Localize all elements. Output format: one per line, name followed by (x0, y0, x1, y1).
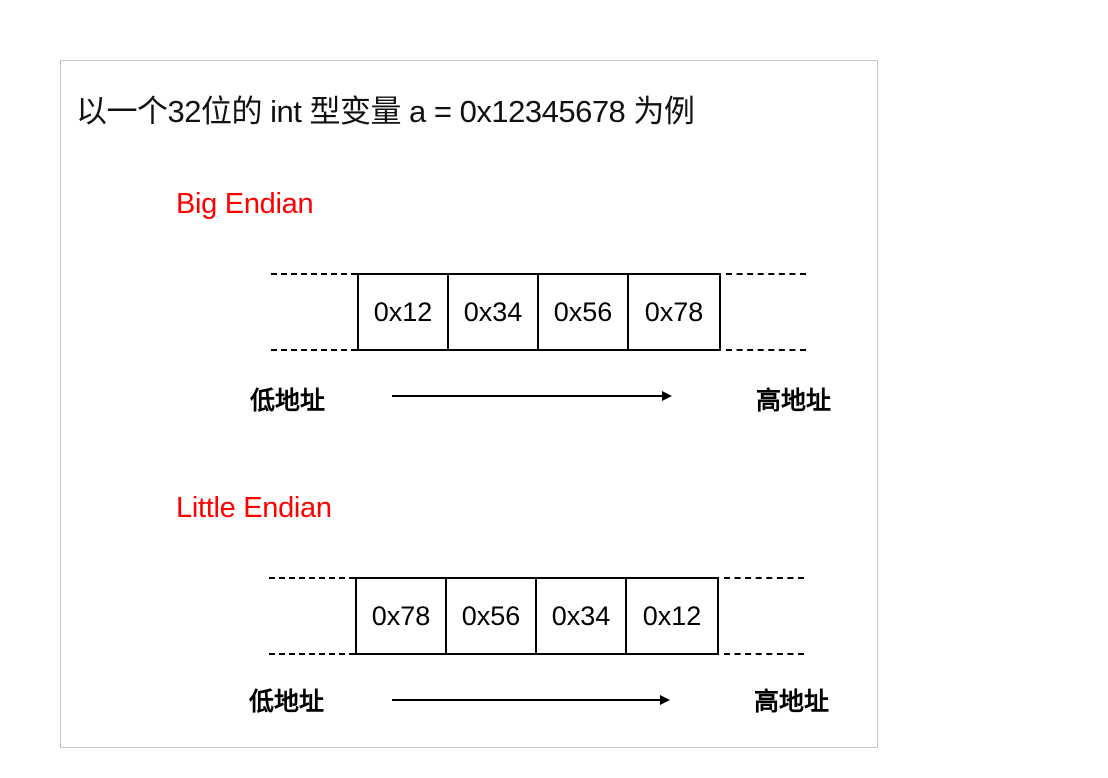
little-endian-byte-0: 0x78 (357, 579, 447, 653)
big-endian-address-arrow (392, 395, 664, 397)
little-endian-byte-2: 0x34 (537, 579, 627, 653)
little-endian-dash-bottom-right (724, 653, 804, 655)
big-endian-low-address: 低地址 (250, 387, 326, 415)
little-endian-byte-3: 0x12 (642, 600, 702, 631)
big-endian-dash-top-right (726, 273, 806, 275)
big-endian-byte-1: 0x34 (449, 275, 539, 349)
little-endian-dash-bottom-left (269, 653, 355, 655)
little-endian-memory-row: 0x78 0x56 0x34 0x12 (355, 577, 719, 655)
big-endian-memory-row: 0x12 0x34 0x56 0x78 (357, 273, 721, 351)
little-endian-dash-top-right (724, 577, 804, 579)
big-endian-dash-bottom-right (726, 349, 806, 351)
little-endian-low-address: 低地址 (249, 688, 325, 716)
little-endian-arrow-head-icon (660, 695, 670, 705)
big-endian-dash-bottom-left (271, 349, 357, 351)
big-endian-title: Big Endian (176, 188, 314, 220)
little-endian-title: Little Endian (176, 492, 332, 524)
little-endian-dash-top-left (269, 577, 355, 579)
big-endian-arrow-head-icon (662, 391, 672, 401)
little-endian-high-address: 高地址 (754, 688, 830, 716)
big-endian-byte-2: 0x56 (539, 275, 629, 349)
big-endian-byte-0: 0x12 (359, 275, 449, 349)
big-endian-byte-3: 0x78 (644, 296, 704, 327)
big-endian-dash-top-left (271, 273, 357, 275)
little-endian-byte-1: 0x56 (447, 579, 537, 653)
diagram-heading: 以一个32位的 int 型变量 a = 0x12345678 为例 (76, 94, 695, 129)
little-endian-address-arrow (392, 699, 662, 701)
big-endian-high-address: 高地址 (756, 387, 832, 415)
